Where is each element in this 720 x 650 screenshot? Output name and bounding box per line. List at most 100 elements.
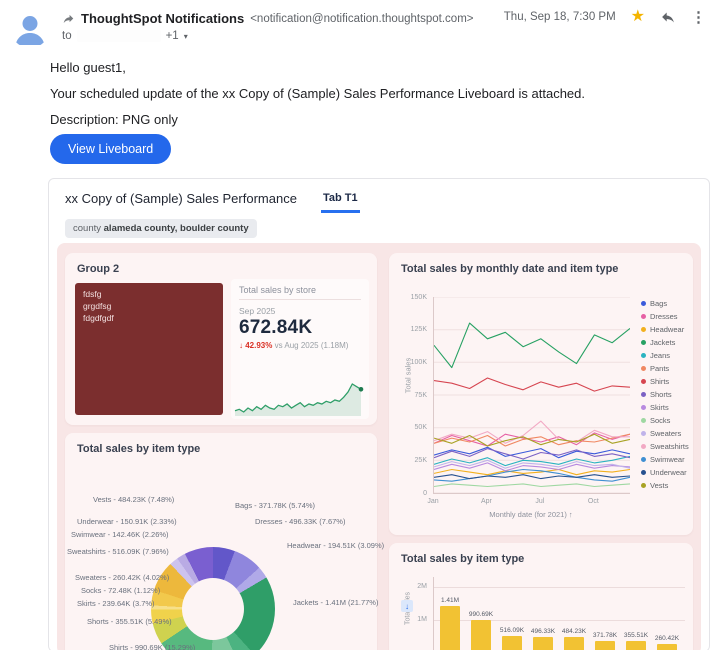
legend-label: Vests: [650, 481, 669, 490]
kpi-title: Total sales by store: [239, 285, 361, 300]
legend-label: Headwear: [650, 325, 685, 334]
line-card: Total sales by monthly date and item typ…: [389, 253, 693, 535]
line-x-axis-label: Monthly date (for 2021) ↑: [489, 510, 573, 519]
legend-label: Jackets: [650, 338, 676, 347]
legend-label: Bags: [650, 299, 668, 308]
pie-callout-headwear: Headwear - 194.51K (3.09%): [287, 541, 385, 550]
legend-label: Sweatshirts: [650, 442, 689, 451]
filter-values: alameda county, boulder county: [103, 223, 249, 234]
pie-callout-dresses: Dresses - 496.33K (7.67%): [255, 517, 346, 526]
legend-dot: [641, 483, 646, 488]
person-icon: [15, 16, 45, 45]
pie-callout-bags: Bags - 371.78K (5.74%): [235, 501, 316, 510]
more-options-icon[interactable]: ⋮: [691, 10, 706, 25]
sender-email: <notification@notification.thoughtspot.c…: [250, 12, 474, 25]
star-icon[interactable]: ★: [631, 9, 645, 25]
bar-0: [440, 606, 460, 650]
treemap-label: fdgdfgdf: [83, 312, 114, 323]
legend-item-shorts: Shorts: [641, 388, 689, 401]
treemap-block: fdsfg grgdfsg fdgdfgdf: [75, 283, 223, 415]
legend-label: Sweaters: [650, 429, 682, 438]
bar-2: [502, 635, 522, 650]
legend-label: Swimwear: [650, 455, 685, 464]
kpi-period: Sep 2025: [239, 306, 276, 316]
bar-value-label: 496.33K: [530, 627, 556, 635]
legend-item-dresses: Dresses: [641, 310, 689, 323]
sender-row: ThoughtSpot Notifications <notification@…: [62, 11, 474, 26]
sender-avatar[interactable]: [10, 8, 50, 48]
email-date: Thu, Sep 18, 7:30 PM: [503, 11, 616, 23]
forward-arrow-icon: [63, 14, 74, 23]
liveboard-tab: Tab T1: [320, 191, 360, 213]
legend-item-jackets: Jackets: [641, 336, 689, 349]
legend-item-skirts: Skirts: [641, 401, 689, 414]
legend-label: Socks: [650, 416, 671, 425]
bar-1: [471, 620, 491, 650]
line-ytick: 25K: [414, 456, 427, 464]
pie-callout-underwear: Underwear - 150.91K (2.33%): [77, 517, 177, 526]
legend-item-jeans: Jeans: [641, 349, 689, 362]
line-ytick: 150K: [410, 293, 427, 301]
legend-dot: [641, 340, 646, 345]
legend-dot: [641, 418, 646, 423]
bar-6: [626, 641, 646, 650]
group-title: Group 2: [77, 263, 120, 275]
kpi-change: ↓ 42.93% vs Aug 2025 (1.18M): [239, 341, 361, 350]
legend-dot: [641, 314, 646, 319]
liveboard-header: xx Copy of (Sample) Sales Performance Ta…: [65, 191, 360, 213]
line-plot: [433, 297, 630, 494]
pie-callout-shorts: Shorts - 355.51K (5.49%): [87, 617, 172, 626]
bar-value-label: 516.09K: [499, 626, 525, 634]
chevron-down-icon[interactable]: ▾: [184, 32, 188, 41]
line-ytick: 100K: [410, 358, 427, 366]
view-liveboard-button[interactable]: View Liveboard: [50, 134, 172, 164]
bar-plot: 1.41M 990.69K 516.09K 496.33K 484.23K 371.78K…: [433, 577, 686, 650]
legend-dot: [641, 301, 646, 306]
line-xtick: Jan: [427, 498, 439, 505]
bar-value-label: 1.41M: [440, 597, 460, 605]
donut-card: Total sales by item type Bags - 371.78K …: [65, 433, 384, 650]
bar-ytick: 1M: [417, 616, 427, 623]
bar-value-label: 355.51K: [623, 632, 649, 640]
message-text: Your scheduled update of the xx Copy of …: [50, 86, 585, 101]
donut-chart: [151, 547, 275, 650]
legend-dot: [641, 444, 646, 449]
recipient-redacted: [76, 30, 161, 42]
filter-name: county: [73, 223, 101, 234]
legend-label: Dresses: [650, 312, 678, 321]
pie-callout-socks: Socks - 72.48K (1.12%): [81, 586, 161, 595]
kpi-value: 672.84K: [239, 317, 313, 338]
recipients-more: +1: [165, 30, 179, 42]
pie-callout-sweaters: Sweaters - 260.42K (4.02%): [75, 573, 170, 582]
legend-dot: [641, 327, 646, 332]
kpi-change-negative: ↓ 42.93%: [239, 341, 273, 350]
legend-label: Pants: [650, 364, 670, 373]
donut-title: Total sales by item type: [77, 443, 201, 455]
line-ytick: 75K: [414, 391, 427, 399]
recipient-details-toggle[interactable]: to +1 ▾: [62, 30, 188, 42]
legend-dot: [641, 366, 646, 371]
bar-card: Total sales by item type Total sales ↓ 2…: [389, 543, 693, 650]
legend-label: Shirts: [650, 377, 670, 386]
reply-icon[interactable]: [660, 9, 676, 25]
legend-item-pants: Pants: [641, 362, 689, 375]
email-view: ThoughtSpot Notifications <notification@…: [0, 0, 720, 650]
sender-name: ThoughtSpot Notifications: [81, 11, 245, 26]
legend-item-underwear: Underwear: [641, 466, 689, 479]
legend-item-swimwear: Swimwear: [641, 453, 689, 466]
line-title: Total sales by monthly date and item typ…: [401, 263, 619, 275]
bar-value-label: 990.69K: [468, 611, 494, 619]
liveboard-attachment-image[interactable]: xx Copy of (Sample) Sales Performance Ta…: [48, 178, 710, 650]
legend-dot: [641, 431, 646, 436]
legend-item-vests: Vests: [641, 479, 689, 492]
bar-title: Total sales by item type: [401, 553, 525, 565]
line-ytick: 125K: [410, 326, 427, 334]
legend-label: Shorts: [650, 390, 672, 399]
legend-label: Underwear: [650, 468, 687, 477]
legend-dot: [641, 379, 646, 384]
legend-dot: [641, 470, 646, 475]
bar-7: [657, 644, 677, 650]
legend-dot: [641, 392, 646, 397]
legend-item-sweaters: Sweaters: [641, 427, 689, 440]
legend-label: Jeans: [650, 351, 671, 360]
